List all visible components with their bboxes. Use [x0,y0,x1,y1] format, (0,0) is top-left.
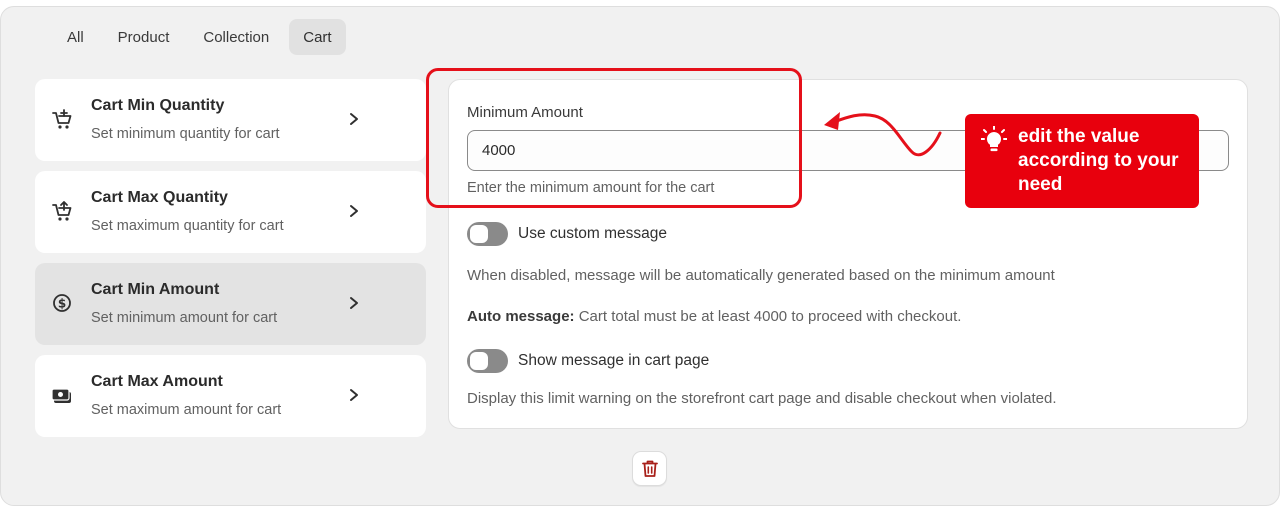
auto-message: Auto message: Cart total must be at leas… [467,308,961,325]
annotation-highlight-box [426,68,802,208]
auto-message-text: Cart total must be at least 4000 to proc… [578,308,962,325]
show-cart-toggle[interactable] [467,349,508,373]
show-cart-label: Show message in cart page [518,352,710,369]
show-cart-note: Display this limit warning on the storef… [467,390,1057,407]
cart-up-icon [52,201,72,221]
rule-title: Cart Min Amount [91,281,220,298]
annotation-text: edit the value according to your need [1018,126,1179,195]
custom-message-toggle[interactable] [467,222,508,246]
tab-collection[interactable]: Collection [189,19,283,55]
annotation-callout: edit the value according to your need [965,114,1199,208]
show-cart-row: Show message in cart page [467,349,709,373]
auto-message-label: Auto message: [467,308,575,325]
tab-cart[interactable]: Cart [289,19,346,55]
rule-title: Cart Min Quantity [91,97,225,114]
custom-message-label: Use custom message [518,225,668,242]
tab-product[interactable]: Product [104,19,184,55]
chevron-right-icon [350,205,358,217]
annotation-arrow-icon [824,112,942,157]
rule-title: Cart Max Amount [91,373,223,390]
rule-subtitle: Set maximum amount for cart [91,402,282,418]
svg-text:$: $ [58,297,66,311]
chevron-right-icon [350,297,358,309]
rule-subtitle: Set minimum quantity for cart [91,126,280,142]
disabled-note: When disabled, message will be automatic… [467,267,1055,284]
lightbulb-icon [981,126,1007,152]
trash-icon [641,460,658,477]
cash-icon [51,388,71,403]
rule-item-cart-min-amount[interactable]: $ Cart Min Amount Set minimum amount for… [35,263,426,345]
chevron-right-icon [350,113,358,125]
cart-plus-icon [52,109,72,129]
dollar-circle-icon: $ [53,294,71,312]
rule-title: Cart Max Quantity [91,189,228,206]
rule-subtitle: Set maximum quantity for cart [91,218,284,234]
filter-tabs: All Product Collection Cart [53,19,346,55]
rule-item-cart-max-amount[interactable]: Cart Max Amount Set maximum amount for c… [35,355,426,437]
tab-all[interactable]: All [53,19,98,55]
delete-button[interactable] [632,451,667,486]
rule-subtitle: Set minimum amount for cart [91,310,278,326]
chevron-right-icon [350,389,358,401]
rule-item-cart-max-quantity[interactable]: Cart Max Quantity Set maximum quantity f… [35,171,426,253]
rule-item-cart-min-quantity[interactable]: Cart Min Quantity Set minimum quantity f… [35,79,426,161]
custom-message-row: Use custom message [467,222,667,246]
